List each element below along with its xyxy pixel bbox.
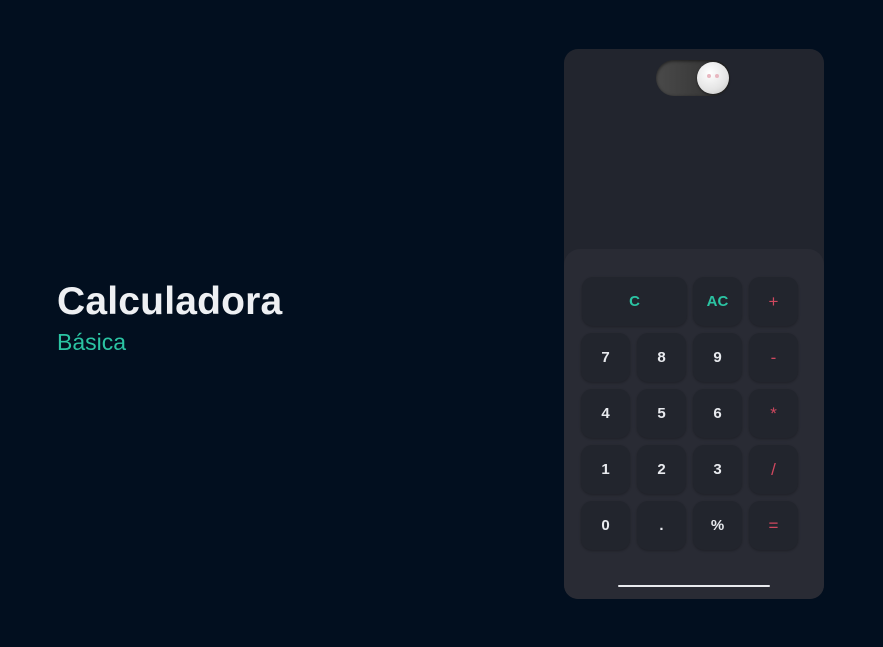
digit-8-button[interactable]: 8 (637, 333, 686, 382)
digit-9-button[interactable]: 9 (693, 333, 742, 382)
decimal-button[interactable]: . (637, 501, 686, 550)
moon-face-icon (697, 62, 729, 94)
all-clear-button[interactable]: AC (693, 277, 742, 326)
digit-2-button[interactable]: 2 (637, 445, 686, 494)
knob-eye-left (707, 74, 711, 78)
digit-5-button[interactable]: 5 (637, 389, 686, 438)
home-indicator (618, 585, 770, 587)
divide-button[interactable]: / (749, 445, 798, 494)
page-title: Calculadora (57, 280, 283, 323)
calculator-display (564, 105, 824, 245)
keypad: C AC + 7 8 9 - 4 5 6 * 1 2 3 / 0 . % = (564, 249, 824, 599)
hero: Calculadora Básica (57, 280, 282, 356)
digit-7-button[interactable]: 7 (581, 333, 630, 382)
calculator: C AC + 7 8 9 - 4 5 6 * 1 2 3 / 0 . % = (564, 49, 824, 599)
equals-button[interactable]: = (749, 501, 798, 550)
plus-button[interactable]: + (749, 277, 798, 326)
digit-0-button[interactable]: 0 (581, 501, 630, 550)
digit-6-button[interactable]: 6 (693, 389, 742, 438)
digit-4-button[interactable]: 4 (581, 389, 630, 438)
theme-toggle[interactable] (656, 60, 730, 96)
multiply-button[interactable]: * (749, 389, 798, 438)
page-subtitle: Básica (57, 329, 127, 355)
minus-button[interactable]: - (749, 333, 798, 382)
digit-1-button[interactable]: 1 (581, 445, 630, 494)
clear-button[interactable]: C (582, 277, 687, 326)
percent-button[interactable]: % (693, 501, 742, 550)
page: Calculadora Básica C AC + 7 8 9 - 4 5 6 … (0, 0, 883, 647)
digit-3-button[interactable]: 3 (693, 445, 742, 494)
knob-eye-right (715, 74, 719, 78)
